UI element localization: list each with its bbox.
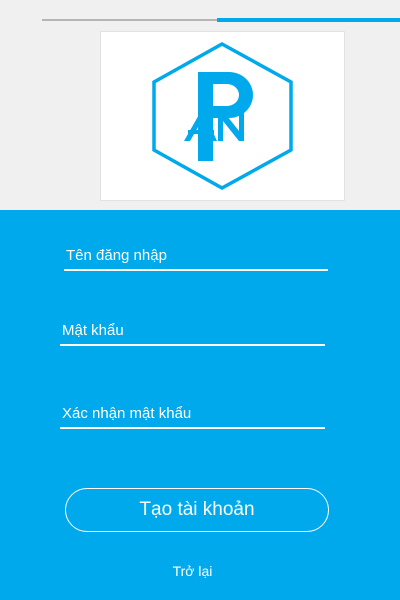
pn-logo-icon (152, 41, 293, 191)
confirm-password-input[interactable] (60, 399, 325, 427)
logo-header (0, 0, 400, 210)
logo-image (100, 31, 345, 201)
username-input[interactable] (64, 241, 328, 269)
password-input[interactable] (60, 316, 325, 344)
confirm-password-field[interactable] (60, 399, 325, 429)
username-field[interactable] (64, 241, 328, 271)
progress-bar-fill (217, 18, 400, 22)
progress-bar (42, 18, 400, 22)
password-field[interactable] (60, 316, 325, 346)
back-link[interactable]: Trở lại (150, 561, 235, 581)
create-account-button[interactable]: Tạo tài khoản (65, 488, 329, 532)
